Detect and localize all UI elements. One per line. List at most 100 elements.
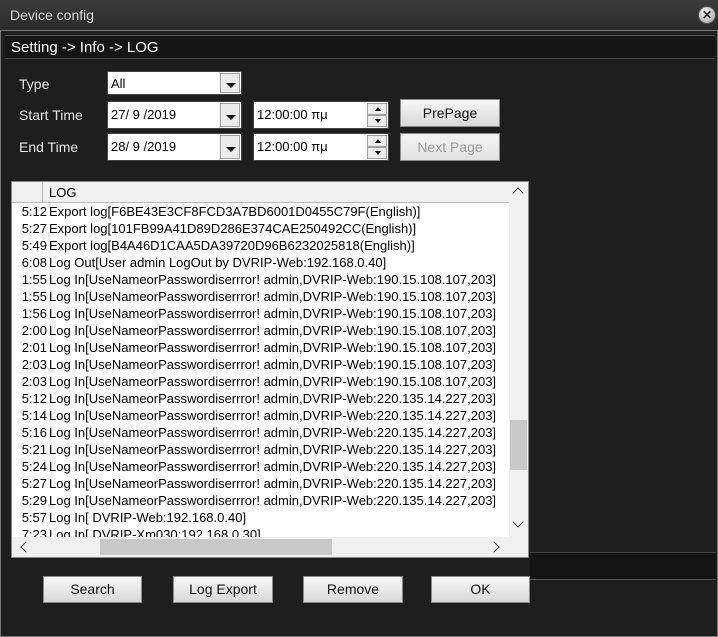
log-row[interactable]: 7:23 Log In[ DVRIP-Xm030:192.168.0.30] bbox=[12, 526, 510, 537]
log-row-message: Log In[UseNameorPasswordiserrror! admin,… bbox=[49, 425, 497, 440]
log-row-time: 5:29 bbox=[21, 493, 47, 508]
log-row-message: Log In[ DVRIP-Xm030:192.168.0.30] bbox=[49, 527, 261, 537]
log-row-message: Log Out[User admin LogOut by DVRIP-Web:1… bbox=[49, 255, 387, 270]
ok-button[interactable]: OK bbox=[431, 576, 530, 603]
type-label: Type bbox=[19, 76, 50, 92]
breadcrumb: Setting -> Info -> LOG bbox=[11, 39, 159, 56]
log-row-time: 5:27 bbox=[21, 221, 47, 236]
arrow-down-icon bbox=[375, 119, 381, 123]
log-export-button[interactable]: Log Export bbox=[173, 576, 273, 603]
log-row[interactable]: 5:24 Log In[UseNameorPasswordiserrror! ad… bbox=[12, 458, 510, 475]
log-row[interactable]: 6:08 Log Out[User admin LogOut by DVRIP-W… bbox=[12, 254, 510, 271]
start-time-label: Start Time bbox=[19, 107, 83, 123]
start-time-value: 12:00:00 πμ bbox=[257, 107, 328, 122]
chevron-down-icon bbox=[226, 83, 236, 88]
log-row-message: Log In[UseNameorPasswordiserrror! admin,… bbox=[49, 323, 497, 338]
window-title: Device config bbox=[10, 7, 95, 23]
log-row[interactable]: 2:00 Log In[UseNameorPasswordiserrror! ad… bbox=[12, 322, 510, 339]
log-row-message: Log In[UseNameorPasswordiserrror! admin,… bbox=[49, 306, 497, 321]
log-row[interactable]: 5:29 Log In[UseNameorPasswordiserrror! ad… bbox=[12, 492, 510, 509]
start-time-spinner[interactable]: 12:00:00 πμ bbox=[253, 101, 389, 129]
log-header: LOG bbox=[12, 182, 510, 203]
remove-button[interactable]: Remove bbox=[303, 576, 403, 603]
log-row-message: Log In[UseNameorPasswordiserrror! admin,… bbox=[49, 476, 497, 491]
next-page-button[interactable]: Next Page bbox=[400, 133, 500, 161]
horizontal-scrollbar[interactable] bbox=[12, 537, 528, 557]
chevron-down-icon bbox=[226, 115, 236, 120]
log-row-time: 5:57 bbox=[21, 510, 47, 525]
horizontal-scroll-thumb[interactable] bbox=[100, 539, 332, 555]
breadcrumb-bar: Setting -> Info -> LOG bbox=[5, 35, 715, 59]
log-row-time: 5:14 bbox=[21, 408, 47, 423]
log-row[interactable]: 5:27 Export log[101FB99A41D89D286E374CAE2… bbox=[12, 220, 510, 237]
log-row[interactable]: 2:03 Log In[UseNameorPasswordiserrror! ad… bbox=[12, 373, 510, 390]
vertical-scrollbar[interactable] bbox=[509, 182, 528, 537]
log-row-time: 2:03 bbox=[21, 357, 47, 372]
log-row-message: Log In[UseNameorPasswordiserrror! admin,… bbox=[49, 459, 497, 474]
log-row-message: Export log[B4A46D1CAA5DA39720D96B6232025… bbox=[49, 238, 415, 253]
log-row[interactable]: 5:14 Log In[UseNameorPasswordiserrror! ad… bbox=[12, 407, 510, 424]
log-row[interactable]: 2:01 Log In[UseNameorPasswordiserrror! ad… bbox=[12, 339, 510, 356]
end-time-down-button[interactable] bbox=[367, 147, 387, 159]
log-row-time: 7:23 bbox=[21, 527, 47, 537]
log-row-message: Log In[UseNameorPasswordiserrror! admin,… bbox=[49, 391, 497, 406]
log-list[interactable]: LOG 5:12 Export log[F6BE43E3CF8FCD3A7BD60… bbox=[11, 181, 529, 558]
chevron-left-icon[interactable] bbox=[20, 541, 32, 553]
end-date-value: 28/ 9 /2019 bbox=[111, 139, 177, 154]
log-row[interactable]: 1:55 Log In[UseNameorPasswordiserrror! ad… bbox=[12, 271, 510, 288]
chevron-down-icon[interactable] bbox=[512, 516, 524, 528]
log-row-time: 2:01 bbox=[21, 340, 47, 355]
log-row[interactable]: 5:49 Export log[B4A46D1CAA5DA39720D96B623… bbox=[12, 237, 510, 254]
log-row[interactable]: 1:55 Log In[UseNameorPasswordiserrror! ad… bbox=[12, 288, 510, 305]
chevron-up-icon[interactable] bbox=[512, 187, 524, 199]
log-row[interactable]: 5:27 Log In[UseNameorPasswordiserrror! ad… bbox=[12, 475, 510, 492]
log-row[interactable]: 5:12 Log In[UseNameorPasswordiserrror! ad… bbox=[12, 390, 510, 407]
arrow-up-icon bbox=[375, 139, 381, 143]
end-time-up-button[interactable] bbox=[367, 135, 387, 147]
log-row-time: 5:49 bbox=[21, 238, 47, 253]
log-row[interactable]: 5:12 Export log[F6BE43E3CF8FCD3A7BD6001D0… bbox=[12, 203, 510, 220]
log-row[interactable]: 2:03 Log In[UseNameorPasswordiserrror! ad… bbox=[12, 356, 510, 373]
search-button[interactable]: Search bbox=[43, 576, 142, 603]
log-row-time: 5:12 bbox=[21, 391, 47, 406]
log-row-message: Export log[101FB99A41D89D286E374CAE25049… bbox=[49, 221, 417, 236]
log-row[interactable]: 5:16 Log In[UseNameorPasswordiserrror! ad… bbox=[12, 424, 510, 441]
log-column-header[interactable]: LOG bbox=[49, 185, 76, 200]
end-time-spinner[interactable]: 12:00:00 πμ bbox=[253, 133, 389, 161]
log-row-message: Log In[UseNameorPasswordiserrror! admin,… bbox=[49, 289, 497, 304]
start-time-up-button[interactable] bbox=[367, 103, 387, 115]
log-row[interactable]: 5:21 Log In[UseNameorPasswordiserrror! ad… bbox=[12, 441, 510, 458]
start-time-down-button[interactable] bbox=[367, 115, 387, 127]
prepage-button[interactable]: PrePage bbox=[400, 99, 500, 127]
type-select[interactable]: All bbox=[107, 71, 242, 95]
log-row[interactable]: 1:56 Log In[UseNameorPasswordiserrror! ad… bbox=[12, 305, 510, 322]
vertical-scroll-thumb[interactable] bbox=[510, 420, 527, 470]
end-date-dropdown-button[interactable] bbox=[220, 135, 240, 159]
log-row-time: 5:12 bbox=[21, 204, 47, 219]
log-row-message: Log In[ DVRIP-Web:192.168.0.40] bbox=[49, 510, 247, 525]
log-rows: 5:12 Export log[F6BE43E3CF8FCD3A7BD6001D0… bbox=[12, 203, 510, 537]
chevron-right-icon[interactable] bbox=[488, 541, 500, 553]
start-date-dropdown-button[interactable] bbox=[220, 103, 240, 127]
log-row-time: 5:21 bbox=[21, 442, 47, 457]
log-row-message: Log In[UseNameorPasswordiserrror! admin,… bbox=[49, 493, 497, 508]
end-time-label: End Time bbox=[19, 139, 79, 155]
log-row-message: Log In[UseNameorPasswordiserrror! admin,… bbox=[49, 357, 497, 372]
log-row-message: Log In[UseNameorPasswordiserrror! admin,… bbox=[49, 442, 497, 457]
log-row-message: Log In[UseNameorPasswordiserrror! admin,… bbox=[49, 374, 497, 389]
log-row-time: 1:55 bbox=[21, 289, 47, 304]
start-date-picker[interactable]: 27/ 9 /2019 bbox=[107, 101, 242, 129]
log-row-message: Log In[UseNameorPasswordiserrror! admin,… bbox=[49, 272, 497, 287]
type-dropdown-button[interactable] bbox=[220, 73, 240, 93]
close-icon[interactable]: ✕ bbox=[698, 6, 716, 24]
time-column-header[interactable] bbox=[12, 182, 43, 202]
type-select-value: All bbox=[111, 76, 126, 91]
log-row-time: 2:00 bbox=[21, 323, 47, 338]
end-date-picker[interactable]: 28/ 9 /2019 bbox=[107, 133, 242, 161]
log-row-time: 2:03 bbox=[21, 374, 47, 389]
arrow-down-icon bbox=[375, 151, 381, 155]
log-row-message: Log In[UseNameorPasswordiserrror! admin,… bbox=[49, 408, 497, 423]
log-row[interactable]: 5:57 Log In[ DVRIP-Web:192.168.0.40] bbox=[12, 509, 510, 526]
separator-bar bbox=[530, 552, 716, 580]
log-row-time: 1:56 bbox=[21, 306, 47, 321]
